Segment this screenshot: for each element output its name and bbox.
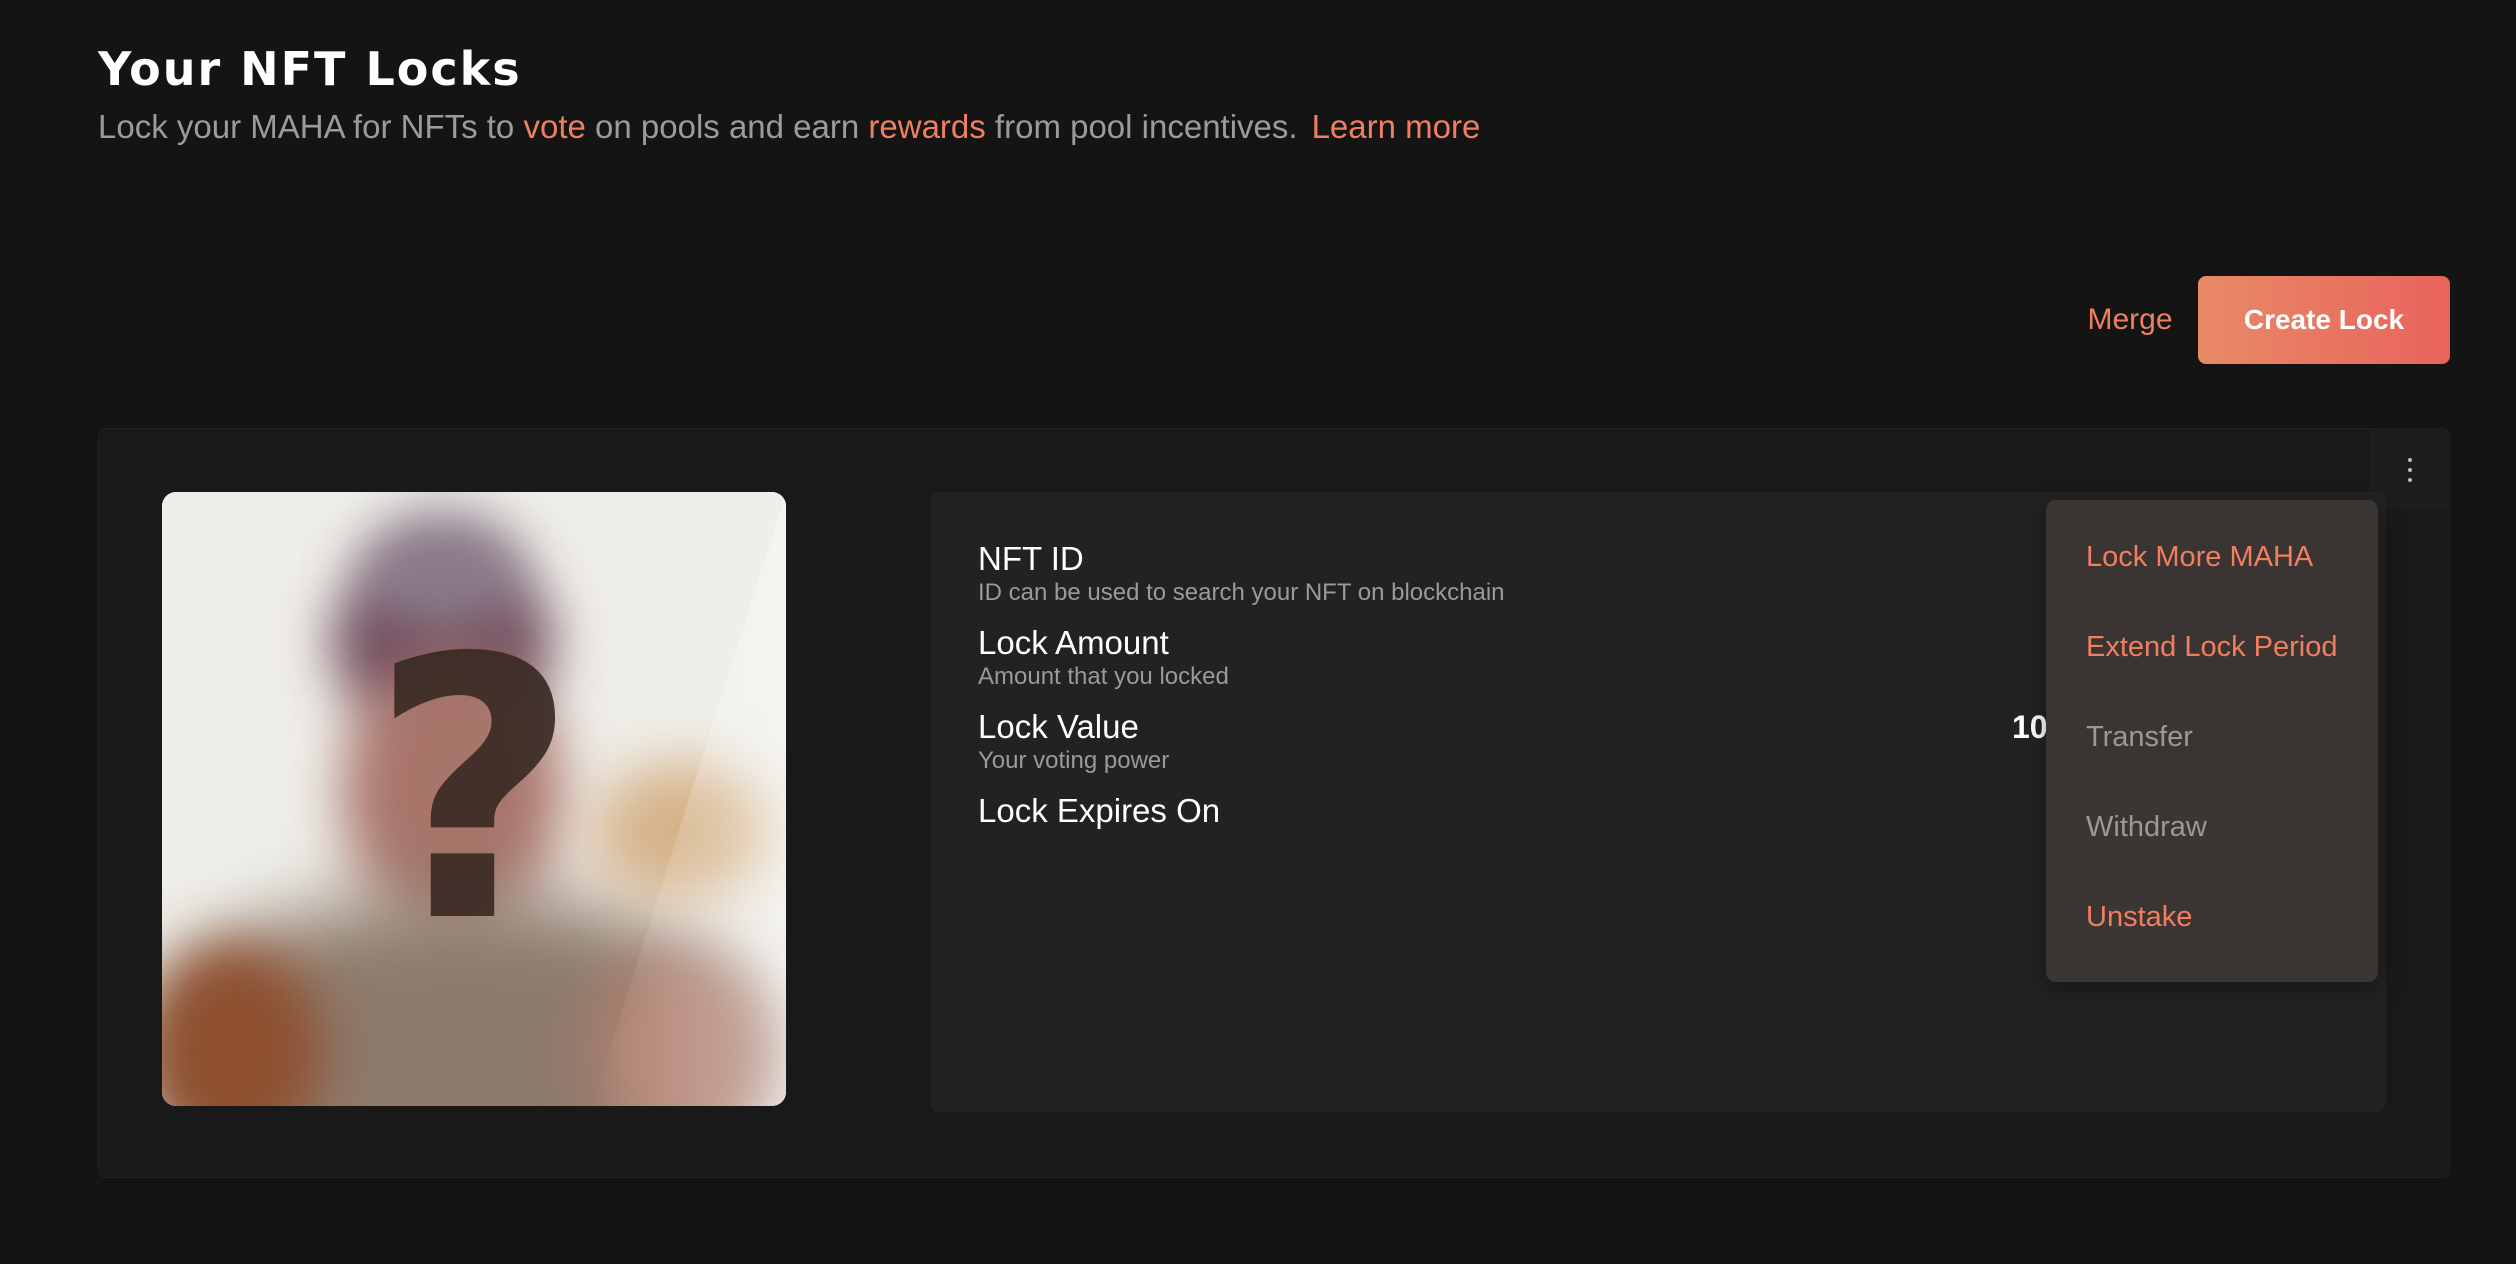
more-vertical-icon — [2408, 458, 2412, 462]
nft-image: ? — [162, 492, 786, 1106]
more-vertical-icon-dot — [2408, 468, 2412, 472]
subtitle-text-1: Lock your MAHA for NFTs to — [98, 108, 524, 145]
more-vertical-icon-dot — [2408, 478, 2412, 482]
menu-item-withdraw[interactable]: Withdraw — [2086, 797, 2366, 857]
unknown-nft-question-icon: ? — [369, 582, 579, 1001]
detail-label: Lock Expires On — [978, 792, 1221, 829]
page-title: Your NFT Locks — [98, 42, 522, 96]
learn-more-link[interactable]: Learn more — [1312, 108, 1481, 145]
subtitle-text-2: on pools and earn — [585, 108, 869, 145]
detail-row-lock-value: Lock Value Your voting power — [978, 708, 1169, 776]
lock-actions-menu: Lock More MAHA Extend Lock Period Transf… — [2046, 500, 2378, 982]
create-lock-button[interactable]: Create Lock — [2198, 276, 2450, 364]
page-subtitle: Lock your MAHA for NFTs to vote on pools… — [98, 108, 1480, 146]
lock-value-number: 10 — [2012, 709, 2048, 745]
detail-row-lock-amount: Lock Amount Amount that you locked — [978, 624, 1229, 692]
merge-button[interactable]: Merge — [2056, 276, 2204, 364]
detail-row-nft-id: NFT ID ID can be used to search your NFT… — [978, 540, 1505, 608]
page: Your NFT Locks Lock your MAHA for NFTs t… — [0, 0, 2516, 1264]
menu-item-lock-more-maha[interactable]: Lock More MAHA — [2086, 527, 2366, 587]
detail-help-text: ID can be used to search your NFT on blo… — [978, 579, 1505, 606]
detail-label: NFT ID — [978, 540, 1084, 577]
detail-label: Lock Amount — [978, 624, 1169, 661]
menu-item-extend-lock-period[interactable]: Extend Lock Period — [2086, 617, 2366, 677]
subtitle-text-3: from pool incentives. — [985, 108, 1298, 145]
subtitle-vote-highlight: vote — [523, 108, 586, 145]
detail-row-lock-expires: Lock Expires On — [978, 792, 1220, 830]
detail-label: Lock Value — [978, 708, 1139, 745]
subtitle-rewards-highlight: rewards — [868, 108, 986, 145]
menu-item-transfer[interactable]: Transfer — [2086, 707, 2366, 767]
detail-help-text: Amount that you locked — [978, 663, 1229, 690]
detail-help-text: Your voting power — [978, 747, 1170, 774]
menu-item-unstake[interactable]: Unstake — [2086, 887, 2366, 947]
